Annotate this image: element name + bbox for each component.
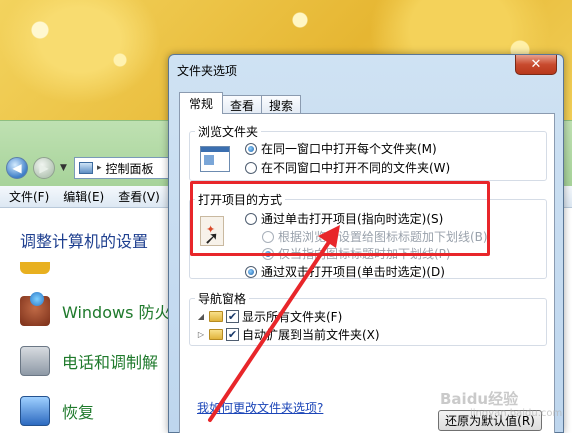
tab-general[interactable]: 常规 (179, 92, 224, 114)
watermark-url: jingyan.baidu.com (470, 408, 563, 419)
annotation-arrow (208, 225, 340, 422)
watermark-logo: Baidu经验 (440, 390, 519, 408)
